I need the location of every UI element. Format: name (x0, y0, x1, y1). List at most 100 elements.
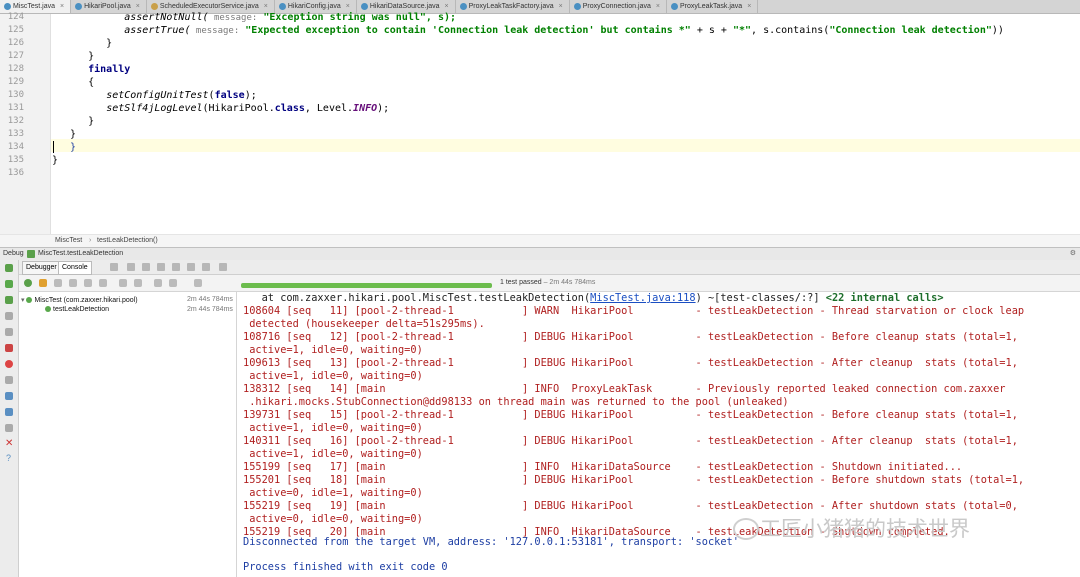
watermark: 工匠小猪猪的技术世界 (760, 517, 970, 541)
java-class-icon (278, 3, 286, 10)
log-line: detected (housekeeper delta=51s295ms). (243, 318, 485, 330)
sort-duration-icon[interactable] (69, 279, 77, 287)
expand-all-icon[interactable] (84, 279, 92, 287)
sort-alpha-icon[interactable] (54, 279, 62, 287)
tab-debugger[interactable]: Debugger (22, 261, 61, 275)
line-number: 132 (7, 116, 24, 126)
code-line: setConfigUnitTest(false); (106, 90, 257, 101)
step-out-icon[interactable] (172, 263, 180, 271)
log-line: active=1, idle=0, waiting=0) (243, 344, 423, 356)
drop-frame-icon[interactable] (187, 263, 195, 271)
code-line: } (52, 142, 77, 153)
log-line: active=0, idle=1, waiting=0) (243, 487, 423, 499)
help-icon[interactable]: ? (6, 453, 11, 463)
test-tree: ▾ MiscTest (com.zaxxer.hikari.pool) 2m 4… (19, 292, 237, 577)
pause-icon[interactable] (5, 312, 13, 320)
internal-calls-fold[interactable]: <22 internal calls> (826, 292, 944, 304)
java-class-icon (360, 3, 368, 10)
log-line: active=0, idle=0, waiting=0) (243, 513, 423, 525)
debug-side-toolbar: ✕ ? (0, 260, 19, 577)
force-step-into-icon[interactable] (157, 263, 165, 271)
breadcrumb-method[interactable]: testLeakDetection() (97, 235, 158, 247)
code-editor[interactable]: 124 125 126 127 128 129 130 131 132 133 … (0, 12, 1080, 234)
step-into-icon[interactable] (142, 263, 150, 271)
show-passed-icon[interactable] (24, 279, 32, 287)
log-line: 155201 [seq 18] [main ] DEBUG HikariPool… (243, 474, 1025, 486)
chevron-down-icon[interactable]: ▾ (21, 297, 25, 304)
test-passed-icon (45, 306, 51, 313)
line-number: 133 (7, 129, 24, 139)
settings-icon[interactable] (194, 279, 202, 287)
exit-message: Process finished with exit code 0 (243, 561, 448, 573)
test-duration: 2m 44s 784ms (187, 296, 233, 303)
log-line: .hikari.mocks.StubConnection@dd98133 on … (243, 396, 789, 408)
stop-icon[interactable] (5, 328, 13, 336)
show-ignored-icon[interactable] (39, 279, 47, 287)
close-icon[interactable]: ✕ (5, 438, 13, 449)
java-interface-icon (150, 3, 158, 10)
java-class-icon (4, 3, 11, 10)
tab-console[interactable]: Console (58, 261, 92, 275)
console-icon[interactable] (110, 263, 118, 271)
code-line: finally (52, 64, 131, 75)
run-config-name[interactable]: MiscTest.testLeakDetection (38, 248, 123, 260)
code-line: } (52, 51, 95, 62)
pin-icon[interactable] (5, 424, 13, 432)
line-number: 135 (7, 155, 24, 165)
line-number: 128 (7, 64, 24, 74)
line-number: 131 (7, 103, 24, 113)
line-number: 125 (7, 25, 24, 35)
next-icon[interactable] (134, 279, 142, 287)
history-icon[interactable] (169, 279, 177, 287)
screenshot-icon[interactable] (5, 392, 13, 400)
code-line: { (52, 77, 95, 88)
text-caret (53, 141, 54, 153)
java-class-icon (75, 3, 83, 10)
step-over-icon[interactable] (127, 263, 135, 271)
test-tree-root[interactable]: ▾ MiscTest (com.zaxxer.hikari.pool) (21, 296, 138, 304)
line-number: 130 (7, 90, 24, 100)
code-line: } (52, 38, 113, 49)
settings-icon[interactable] (5, 408, 13, 416)
test-passed-icon (26, 297, 33, 304)
log-line: 155199 [seq 17] [main ] INFO HikariDataS… (243, 461, 963, 473)
log-line: active=1, idle=0, waiting=0) (243, 448, 423, 460)
line-number: 129 (7, 77, 24, 87)
log-line: active=1, idle=0, waiting=0) (243, 370, 423, 382)
run-config-icon (27, 250, 35, 258)
test-tree-item[interactable]: testLeakDetection (45, 306, 109, 313)
breadcrumb-class[interactable]: MiscTest (55, 235, 82, 247)
code-line: setSlf4jLogLevel(HikariPool.class, Level… (106, 103, 390, 114)
line-number: 124 (7, 12, 24, 22)
log-line: 138312 [seq 14] [main ] INFO ProxyLeakTa… (243, 383, 1006, 395)
java-class-icon (573, 3, 581, 10)
export-icon[interactable] (154, 279, 162, 287)
layout-icon[interactable] (5, 376, 13, 384)
breakpoints-icon[interactable] (5, 344, 13, 352)
code-line: assertTrue( message: "Expected exception… (52, 25, 1004, 36)
java-class-icon (670, 3, 678, 10)
evaluate-icon[interactable] (219, 263, 227, 271)
log-line: 108716 [seq 12] [pool-2-thread-1 ] DEBUG… (243, 331, 1018, 343)
test-duration: 2m 44s 784ms (187, 306, 233, 313)
rerun-icon[interactable] (5, 264, 13, 272)
source-link[interactable]: MiscTest.java:118 (590, 292, 695, 304)
debug-tool-window-header: Debug MiscTest.testLeakDetection ⚙ (0, 247, 1080, 261)
breadcrumb: MiscTest › testLeakDetection() (0, 234, 1080, 247)
code-line: assertNotNull( message: "Exception strin… (52, 12, 457, 23)
log-line: 140311 [seq 16] [pool-2-thread-1 ] DEBUG… (243, 435, 1018, 447)
gear-icon[interactable]: ⚙ (1070, 248, 1076, 260)
run-to-cursor-icon[interactable] (202, 263, 210, 271)
log-line: 155219 [seq 19] [main ] DEBUG HikariPool… (243, 500, 1018, 512)
java-class-icon (459, 3, 467, 10)
test-progress-bar (241, 283, 492, 288)
debug-title: Debug (3, 250, 24, 257)
code-line: } (52, 129, 77, 140)
test-status: 1 test passed – 2m 44s 784ms (500, 279, 596, 286)
line-number: 126 (7, 38, 24, 48)
resume-icon[interactable] (5, 280, 13, 288)
mute-breakpoints-icon[interactable] (5, 360, 13, 368)
collapse-all-icon[interactable] (99, 279, 107, 287)
previous-icon[interactable] (119, 279, 127, 287)
tree-toggle-icon[interactable] (5, 296, 13, 304)
